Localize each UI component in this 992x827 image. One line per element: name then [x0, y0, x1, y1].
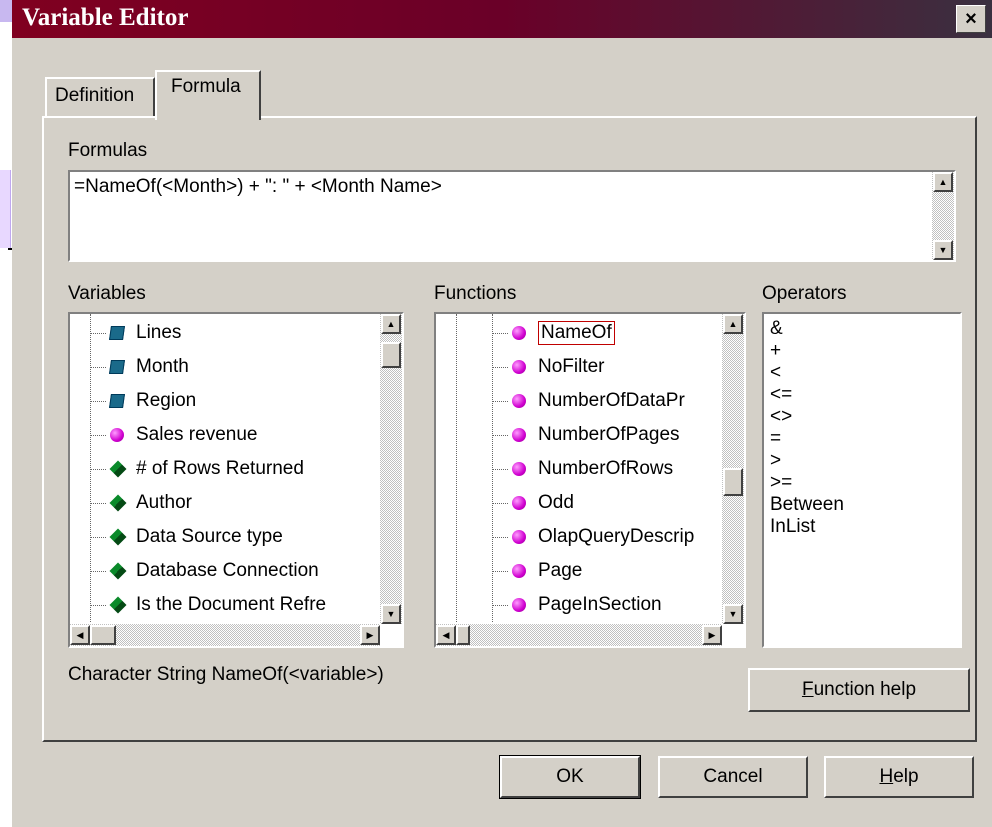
cancel-button[interactable]: Cancel — [658, 756, 808, 798]
list-item[interactable]: Data Source type — [90, 520, 283, 554]
scroll-down-button[interactable]: ▼ — [381, 604, 401, 624]
function-help-button[interactable]: Function help — [748, 668, 970, 712]
tab-label: Formula — [171, 76, 241, 97]
list-item[interactable]: Month — [90, 350, 189, 384]
tree-connector — [456, 314, 457, 622]
list-item[interactable]: Between — [770, 494, 844, 516]
close-icon: × — [965, 8, 977, 30]
list-item[interactable]: Sales revenue — [90, 418, 257, 452]
button-label: Cancel — [703, 766, 763, 787]
button-label: OK — [556, 766, 584, 787]
scroll-down-button[interactable]: ▼ — [723, 604, 743, 624]
measure-icon — [110, 428, 124, 442]
scroll-thumb[interactable] — [723, 468, 743, 496]
list-item[interactable]: NumberOfDataPr — [492, 384, 685, 418]
tab-label: Definition — [55, 85, 135, 106]
list-item[interactable]: Odd — [492, 486, 574, 520]
list-item[interactable]: Is the Document Refre — [90, 588, 326, 622]
scroll-up-button[interactable]: ▲ — [381, 314, 401, 334]
variables-list[interactable]: Lines Month Region Sales revenue # of Ro… — [68, 312, 404, 648]
list-item[interactable]: Author — [90, 486, 192, 520]
variables-label: Variables — [68, 283, 146, 304]
variables-hscrollbar[interactable]: ◀ ▶ — [70, 624, 380, 646]
dimension-icon — [109, 394, 125, 408]
list-item[interactable]: Region — [90, 384, 196, 418]
list-item[interactable]: NameOf — [492, 316, 615, 350]
info-icon — [109, 528, 127, 546]
function-icon — [512, 394, 526, 408]
button-label: Function help — [801, 679, 917, 700]
formulas-label: Formulas — [68, 140, 148, 161]
list-item[interactable]: Lines — [90, 316, 181, 350]
background-panel — [0, 170, 11, 248]
button-label: Help — [879, 766, 919, 787]
list-item[interactable]: & — [770, 318, 783, 340]
function-icon — [512, 564, 526, 578]
list-item[interactable]: <> — [770, 406, 792, 428]
function-icon — [512, 598, 526, 612]
info-icon — [109, 596, 127, 614]
list-item[interactable]: < — [770, 362, 781, 384]
scroll-thumb[interactable] — [381, 342, 401, 368]
list-item[interactable]: = — [770, 428, 781, 450]
scroll-left-button[interactable]: ◀ — [436, 625, 456, 645]
operators-label: Operators — [762, 283, 847, 304]
dimension-icon — [109, 326, 125, 340]
list-item[interactable]: PageInSection — [492, 588, 662, 622]
list-item[interactable]: + — [770, 340, 781, 362]
scroll-down-button[interactable]: ▼ — [933, 240, 953, 260]
variable-editor-dialog: Variable Editor × Definition Formula For… — [12, 0, 992, 827]
background-strip — [0, 0, 12, 22]
function-icon — [512, 428, 526, 442]
function-icon — [512, 496, 526, 510]
function-icon — [512, 530, 526, 544]
formula-scrollbar[interactable]: ▲ ▼ — [932, 172, 954, 260]
formula-text: =NameOf(<Month>) + ": " + <Month Name> — [74, 176, 442, 197]
scroll-up-button[interactable]: ▲ — [723, 314, 743, 334]
formula-input[interactable]: =NameOf(<Month>) + ": " + <Month Name> ▲… — [68, 170, 956, 262]
functions-hscrollbar[interactable]: ◀ ▶ — [436, 624, 722, 646]
function-icon — [512, 462, 526, 476]
scroll-left-button[interactable]: ◀ — [70, 625, 90, 645]
dimension-icon — [109, 360, 125, 374]
info-icon — [109, 494, 127, 512]
info-icon — [109, 562, 127, 580]
variables-vscrollbar[interactable]: ▲ ▼ — [380, 314, 402, 624]
close-button[interactable]: × — [956, 5, 986, 33]
scroll-up-button[interactable]: ▲ — [933, 172, 953, 192]
functions-list[interactable]: NameOf NoFilter NumberOfDataPr NumberOfP… — [434, 312, 746, 648]
tab-definition[interactable]: Definition — [45, 77, 155, 117]
list-item[interactable]: >= — [770, 472, 792, 494]
list-item[interactable]: NumberOfPages — [492, 418, 680, 452]
function-icon — [512, 360, 526, 374]
list-item[interactable]: <= — [770, 384, 792, 406]
list-item[interactable]: OlapQueryDescrip — [492, 520, 694, 554]
list-item[interactable]: NumberOfRows — [492, 452, 673, 486]
selected-function: NameOf — [538, 321, 615, 345]
ok-button[interactable]: OK — [499, 755, 641, 799]
title-bar[interactable]: Variable Editor × — [12, 0, 992, 38]
dialog-title: Variable Editor — [22, 4, 189, 31]
operators-list[interactable]: & + < <= <> = > >= Between InList — [762, 312, 962, 648]
list-item[interactable]: > — [770, 450, 781, 472]
function-icon — [512, 326, 526, 340]
scroll-right-button[interactable]: ▶ — [702, 625, 722, 645]
list-item[interactable]: InList — [770, 516, 815, 538]
info-icon — [109, 460, 127, 478]
tab-formula[interactable]: Formula — [155, 70, 261, 120]
scroll-thumb[interactable] — [90, 625, 116, 645]
syntax-text: Character String NameOf(<variable>) — [68, 664, 384, 685]
list-item[interactable]: # of Rows Returned — [90, 452, 304, 486]
list-item[interactable]: Database Connection — [90, 554, 319, 588]
scroll-right-button[interactable]: ▶ — [360, 625, 380, 645]
functions-vscrollbar[interactable]: ▲ ▼ — [722, 314, 744, 624]
functions-label: Functions — [434, 283, 517, 304]
scroll-thumb[interactable] — [456, 625, 470, 645]
list-item[interactable]: NoFilter — [492, 350, 605, 384]
list-item[interactable]: Page — [492, 554, 582, 588]
help-button[interactable]: Help — [824, 756, 974, 798]
